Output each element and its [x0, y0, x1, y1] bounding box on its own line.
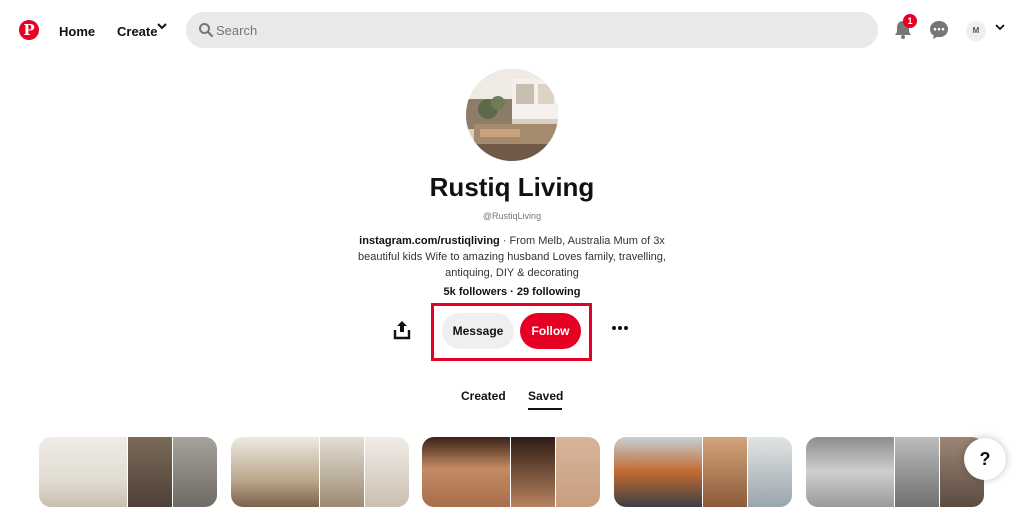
messages-chat-icon[interactable]	[929, 20, 949, 40]
board-thumb-image	[320, 437, 364, 507]
nav-create-menu[interactable]: Create	[117, 24, 157, 39]
board-thumb-image	[748, 437, 792, 507]
profile-name: Rustiq Living	[429, 172, 595, 202]
pinterest-logo-icon[interactable]: P	[19, 20, 39, 40]
share-upload-icon[interactable]	[393, 320, 411, 340]
follow-button[interactable]: Follow	[520, 313, 581, 349]
follow-stats[interactable]: 5k followers · 29 following	[0, 286, 1024, 298]
board-thumb-image	[173, 437, 217, 507]
board-thumb-image	[128, 437, 172, 507]
search-input[interactable]	[216, 12, 856, 48]
profile-avatar	[466, 69, 558, 161]
board-card[interactable]	[614, 437, 792, 507]
board-cover-image	[39, 437, 127, 507]
top-bar: P Home Create 1 M	[0, 0, 1024, 62]
board-card[interactable]	[806, 437, 984, 507]
board-cover-image	[231, 437, 319, 507]
active-tab-indicator	[528, 408, 562, 410]
search-icon	[199, 23, 214, 38]
notification-badge: 1	[903, 14, 917, 28]
tab-saved[interactable]: Saved	[528, 389, 563, 403]
nav-home-link[interactable]: Home	[59, 24, 95, 39]
chevron-down-icon[interactable]	[157, 21, 167, 31]
board-cover-image	[614, 437, 702, 507]
profile-handle: @RustiqLiving	[482, 211, 542, 221]
bio-website-link[interactable]: instagram.com/rustiqliving	[359, 235, 500, 247]
board-thumb-image	[365, 437, 409, 507]
help-button[interactable]: ?	[964, 438, 1006, 480]
message-button[interactable]: Message	[442, 313, 514, 349]
profile-bio: instagram.com/rustiqliving · From Melb, …	[337, 233, 687, 281]
search-bar[interactable]	[186, 12, 878, 48]
more-options-icon[interactable]	[610, 322, 630, 334]
board-thumb-image	[895, 437, 939, 507]
tab-created[interactable]: Created	[461, 389, 506, 403]
board-card[interactable]	[231, 437, 409, 507]
board-thumb-image	[556, 437, 600, 507]
board-card[interactable]	[39, 437, 217, 507]
board-card[interactable]	[422, 437, 600, 507]
board-cover-image	[806, 437, 894, 507]
board-cover-image	[422, 437, 510, 507]
account-avatar[interactable]: M	[966, 21, 986, 41]
board-thumb-image	[511, 437, 555, 507]
account-chevron-down-icon[interactable]	[994, 21, 1006, 33]
board-thumb-image	[703, 437, 747, 507]
